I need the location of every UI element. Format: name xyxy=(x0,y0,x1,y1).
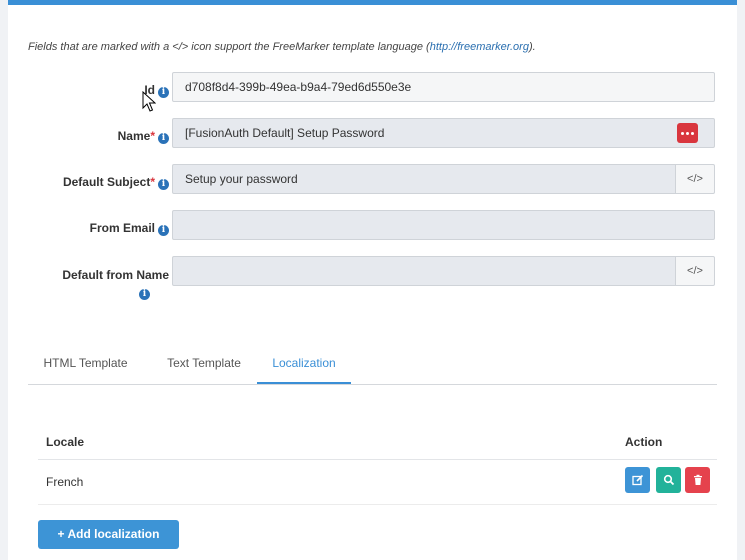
tab-localization[interactable]: Localization xyxy=(257,348,351,384)
search-icon[interactable] xyxy=(656,467,681,493)
info-icon[interactable]: i xyxy=(158,225,169,236)
required-marker: * xyxy=(150,175,155,189)
default-subject-label: Default Subject* i xyxy=(63,175,169,190)
add-localization-button[interactable]: + Add localization xyxy=(38,520,179,549)
default-from-name-label-text: Default from Name xyxy=(62,268,169,282)
default-subject-field[interactable]: Setup your password xyxy=(172,164,676,194)
action-column-header: Action xyxy=(625,435,663,449)
name-label: Name* i xyxy=(118,129,169,144)
from-email-field[interactable] xyxy=(172,210,715,240)
name-label-text: Name xyxy=(117,129,151,143)
name-field[interactable]: [FusionAuth Default] Setup Password xyxy=(172,118,715,148)
info-icon[interactable]: i xyxy=(158,87,169,98)
info-icon[interactable]: i xyxy=(158,179,169,190)
freemarker-help-text: Fields that are marked with a </> icon s… xyxy=(28,41,536,53)
locale-cell: French xyxy=(46,475,84,489)
required-marker: * xyxy=(150,129,155,143)
locale-column-header: Locale xyxy=(46,435,85,449)
tab-text-template[interactable]: Text Template xyxy=(149,348,259,384)
mouse-cursor-icon xyxy=(142,91,156,112)
edit-icon[interactable] xyxy=(625,467,650,493)
id-field[interactable]: d708f8d4-399b-49ea-b9a4-79ed6d550e3e xyxy=(172,72,715,102)
template-tabs: HTML Template Text Template Localization xyxy=(28,348,717,385)
from-email-label: From Email i xyxy=(90,221,169,236)
table-row: French xyxy=(38,460,717,505)
default-from-name-field[interactable] xyxy=(172,256,676,286)
info-icon[interactable]: i xyxy=(158,133,169,144)
help-text-suffix: ). xyxy=(528,41,536,53)
from-email-label-text: From Email xyxy=(89,221,155,235)
help-text-prefix: Fields that are marked with a </> icon s… xyxy=(28,41,430,53)
tab-html-template[interactable]: HTML Template xyxy=(28,348,143,384)
name-field-value: [FusionAuth Default] Setup Password xyxy=(185,126,385,140)
info-icon[interactable]: i xyxy=(139,289,150,300)
freemarker-link[interactable]: http://freemarker.org xyxy=(430,41,529,53)
default-subject-label-text: Default Subject xyxy=(62,175,151,189)
freemarker-code-icon[interactable]: </> xyxy=(675,256,715,286)
trash-icon[interactable] xyxy=(685,467,710,493)
default-from-name-label: Default from Name i xyxy=(62,267,169,301)
email-template-form-panel: Fields that are marked with a </> icon s… xyxy=(8,0,737,560)
freemarker-code-icon[interactable]: </> xyxy=(675,164,715,194)
localization-table-header: Locale Action xyxy=(38,431,717,460)
generate-name-ellipsis-icon[interactable] xyxy=(677,123,698,143)
